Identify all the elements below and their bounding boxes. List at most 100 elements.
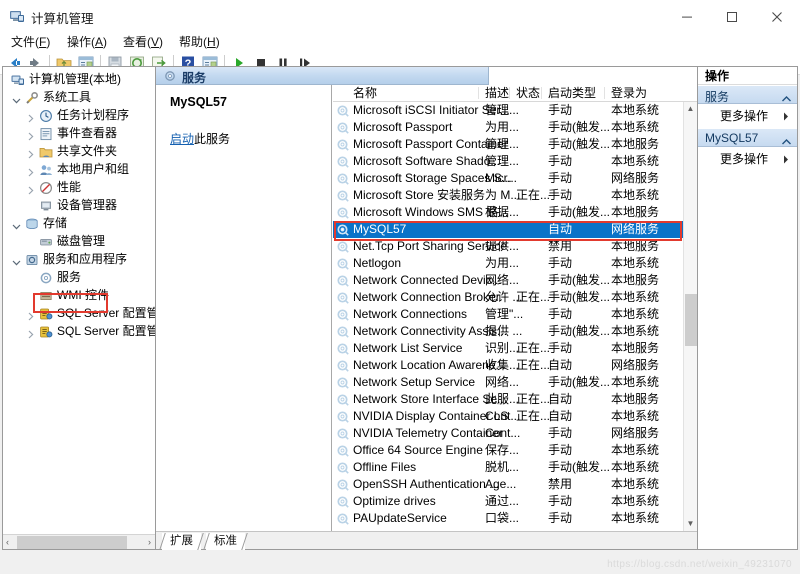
tree-expander-right-icon[interactable] (26, 111, 35, 120)
start-service-link[interactable]: 启动 (170, 132, 194, 146)
service-row[interactable]: NVIDIA Display Container LSCont...正在...自… (333, 408, 683, 425)
close-button[interactable] (755, 0, 800, 31)
performance-icon (39, 181, 53, 195)
storage-icon (25, 217, 39, 231)
actions-group-mysql57[interactable]: MySQL57 (698, 128, 797, 147)
services-list-scrollbar[interactable]: ▲ ▼ (683, 102, 697, 531)
service-gear-icon (336, 172, 349, 185)
service-status-cell: 正在... (516, 187, 550, 204)
service-startup-cell: 手动 (548, 187, 572, 204)
service-status-cell: 正在... (516, 408, 550, 425)
column-divider-start[interactable] (541, 87, 542, 99)
watermark-text: https://blog.csdn.net/weixin_49231070 (607, 559, 792, 570)
service-row[interactable]: Network Connectivity Assis...提供 ...手动(触发… (333, 323, 683, 340)
minimize-button[interactable] (665, 0, 710, 31)
column-divider-stat[interactable] (509, 87, 510, 99)
tree-horizontal-scrollbar[interactable]: ‹ › (3, 534, 155, 549)
hscroll-thumb[interactable] (17, 536, 127, 549)
service-row[interactable]: PAUpdateService口袋...手动本地系统 (333, 510, 683, 527)
actions-item-mysql57-more[interactable]: 更多操作 (698, 148, 797, 167)
service-row[interactable]: Netlogon为用...手动本地系统 (333, 255, 683, 272)
status-bar: https://blog.csdn.net/weixin_49231070 (0, 552, 800, 574)
service-gear-icon (336, 189, 349, 202)
actions-item-services-more[interactable]: 更多操作 (698, 105, 797, 124)
chevron-right-icon[interactable] (783, 153, 789, 167)
tree-item-label: 任务计划程序 (57, 107, 129, 124)
hscroll-right-arrow[interactable]: › (148, 537, 151, 548)
service-startup-cell: 手动(触发... (548, 204, 610, 221)
service-startup-cell: 手动 (548, 102, 572, 119)
service-row[interactable]: Network List Service识别...正在...手动本地服务 (333, 340, 683, 357)
header-notch (488, 67, 697, 85)
column-header-start[interactable]: 启动类型 (548, 86, 596, 101)
column-header-desc[interactable]: 描述 (485, 86, 509, 101)
service-startup-cell: 手动 (548, 442, 572, 459)
tab-extended[interactable]: 扩展 (162, 533, 201, 550)
actions-group-services[interactable]: 服务 (698, 85, 797, 104)
device-manager-icon (39, 199, 53, 213)
scroll-up-arrow[interactable]: ▲ (684, 102, 697, 116)
tree-expander-right-icon[interactable] (26, 147, 35, 156)
service-row[interactable]: Network Store Interface Se...此服...正在...自… (333, 391, 683, 408)
tree-expander-right-icon[interactable] (26, 165, 35, 174)
service-name-cell: Microsoft Software Shado... (353, 153, 500, 170)
service-gear-icon (336, 461, 349, 474)
service-row[interactable]: Network Connections管理"...手动本地系统 (333, 306, 683, 323)
service-row[interactable]: Office 64 Source Engine保存...手动本地系统 (333, 442, 683, 459)
menu-help[interactable]: 帮助(H) (174, 34, 225, 50)
menu-action[interactable]: 操作(A) (62, 34, 112, 50)
service-startup-cell: 手动(触发... (548, 119, 610, 136)
tree-expander-right-icon[interactable] (26, 129, 35, 138)
column-header-stat[interactable]: 状态 (516, 86, 540, 101)
service-row[interactable]: Network Connection Broker允许 ...正在...手动(触… (333, 289, 683, 306)
column-divider-login[interactable] (604, 87, 605, 99)
service-startup-cell: 自动 (548, 357, 572, 374)
tab-standard[interactable]: 标准 (206, 533, 245, 550)
chevron-up-icon[interactable] (782, 91, 791, 105)
service-row[interactable]: Microsoft Software Shado...管理...手动本地系统 (333, 153, 683, 170)
column-header-login[interactable]: 登录为 (611, 86, 647, 101)
menu-file[interactable]: 文件(F) (6, 34, 55, 50)
service-row[interactable]: NVIDIA Telemetry ContainerCont...手动网络服务 (333, 425, 683, 442)
chevron-right-icon[interactable] (783, 110, 789, 124)
tree-expander-right-icon[interactable] (26, 327, 35, 336)
tab-standard-left-edge (203, 533, 210, 550)
scroll-thumb[interactable] (685, 294, 697, 346)
column-header-name[interactable]: 名称 (353, 86, 377, 101)
tree-expander-down-icon[interactable] (12, 255, 21, 264)
service-row[interactable]: Network Setup Service网络...手动(触发...本地系统 (333, 374, 683, 391)
service-gear-icon (336, 478, 349, 491)
service-row[interactable]: Microsoft Passport Container管理...手动(触发..… (333, 136, 683, 153)
column-divider-desc[interactable] (478, 87, 479, 99)
service-name-cell: Network Connection Broker (353, 289, 500, 306)
service-row[interactable]: Microsoft Storage Spaces S...Micr...手动网络… (333, 170, 683, 187)
chevron-up-icon[interactable] (782, 134, 791, 148)
service-row[interactable]: Offline Files脱机...手动(触发...本地系统 (333, 459, 683, 476)
service-row[interactable]: OpenSSH Authentication ...Age...禁用本地系统 (333, 476, 683, 493)
service-row[interactable]: Microsoft Store 安装服务为 M...正在...手动本地系统 (333, 187, 683, 204)
tree-expander-down-icon[interactable] (12, 219, 21, 228)
tab-standard-right-edge (241, 533, 248, 550)
tree-expander-right-icon[interactable] (26, 183, 35, 192)
maximize-button[interactable] (710, 0, 755, 31)
hscroll-left-arrow[interactable]: ‹ (6, 537, 9, 548)
service-row[interactable]: Microsoft iSCSI Initiator Ser...管理...手动本… (333, 102, 683, 119)
service-gear-icon (336, 427, 349, 440)
service-gear-icon (336, 376, 349, 389)
services-list[interactable]: 名称描述状态启动类型登录为 Microsoft iSCSI Initiator … (333, 85, 697, 531)
service-startup-cell: 手动(触发... (548, 136, 610, 153)
menu-view[interactable]: 查看(V) (118, 34, 168, 50)
services-apps-icon (25, 253, 39, 267)
tree-expander-down-icon[interactable] (12, 93, 21, 102)
service-row[interactable]: Network Connected Devic...网络...手动(触发...本… (333, 272, 683, 289)
service-row[interactable]: Network Location Awarene...收集...正在...自动网… (333, 357, 683, 374)
tree-item-label: 系统工具 (43, 89, 91, 106)
services-list-header[interactable]: 名称 描述状态启动类型登录为 (333, 85, 697, 102)
menu-help-label: 帮助 (179, 35, 203, 49)
service-row[interactable]: Microsoft Windows SMS 路...根据...手动(触发...本… (333, 204, 683, 221)
service-row[interactable]: Optimize drives通过...手动本地系统 (333, 493, 683, 510)
service-desc-cell: 管理... (485, 102, 519, 119)
console-tree-pane[interactable]: 计算机管理(本地) 系统工具任务计划程序事件查看器共享文件夹本地用户和组性能设备… (3, 67, 156, 549)
service-row[interactable]: Microsoft Passport为用...手动(触发...本地系统 (333, 119, 683, 136)
scroll-down-arrow[interactable]: ▼ (684, 517, 697, 531)
